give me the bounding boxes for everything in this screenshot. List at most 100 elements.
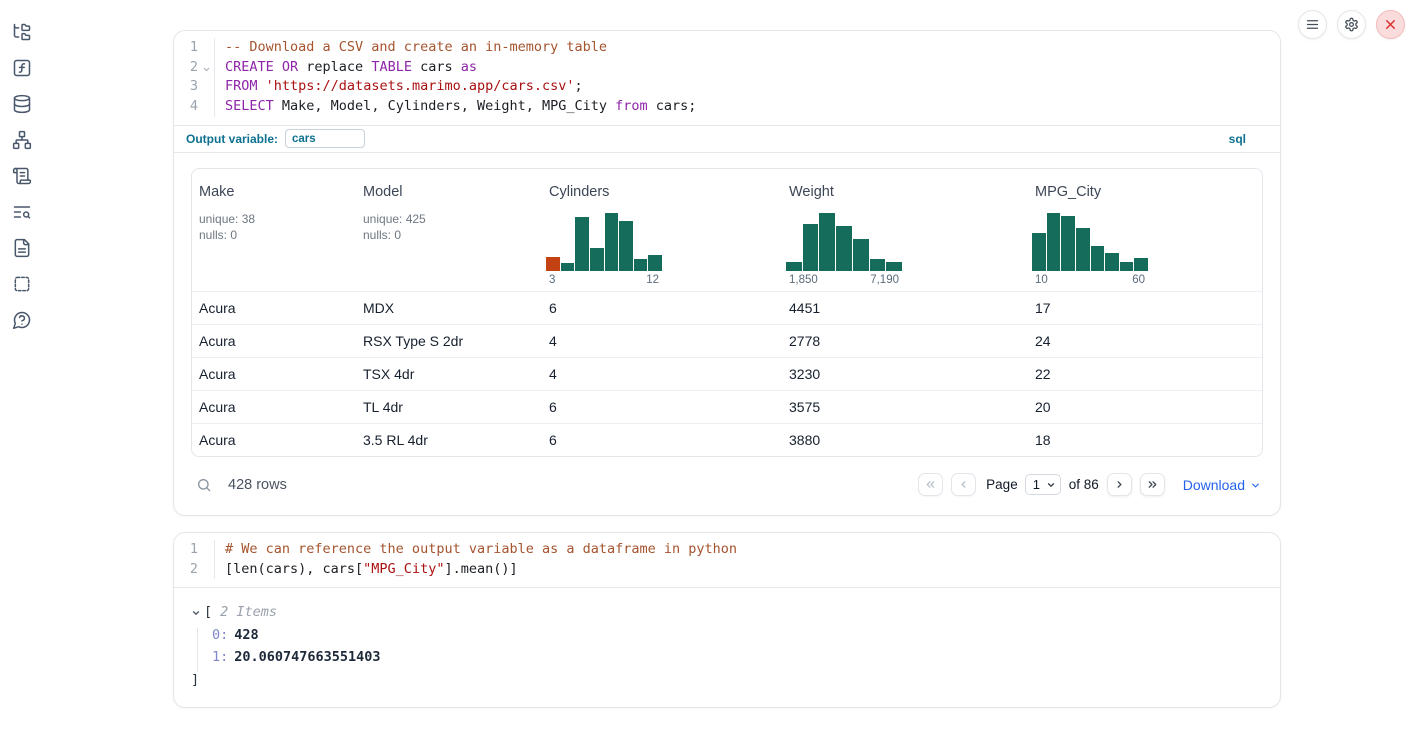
sql-code-editor[interactable]: 1 -- Download a CSV and create an in-mem… (174, 31, 1280, 125)
chevron-right-icon (1113, 478, 1126, 491)
table-footer: 428 rows Page 1 of 86 Download (191, 470, 1263, 500)
last-page-button[interactable] (1140, 473, 1165, 496)
cell-model: 3.5 RL 4dr (356, 432, 542, 448)
settings-button[interactable] (1337, 10, 1366, 39)
page-total-label: of 86 (1069, 477, 1099, 492)
snippets-icon[interactable] (10, 272, 34, 296)
table-header: Make unique: 38 nulls: 0 Model unique: 4… (192, 169, 1262, 291)
chevron-down-icon (1046, 480, 1056, 490)
table-row[interactable]: Acura RSX Type S 2dr 4 2778 24 (192, 324, 1262, 357)
tracing-icon[interactable] (10, 200, 34, 224)
cell-cylinders: 4 (542, 366, 782, 382)
code-token: as (461, 59, 477, 75)
documentation-icon[interactable] (10, 236, 34, 260)
code-token: ].mean()] (444, 561, 517, 577)
language-badge[interactable]: sql (1229, 132, 1246, 146)
download-button[interactable]: Download (1183, 477, 1261, 493)
chevrons-right-icon (1146, 478, 1159, 491)
page-select[interactable]: 1 (1025, 474, 1061, 495)
code-line: 1 -- Download a CSV and create an in-mem… (174, 38, 1280, 58)
code-token: FROM (225, 78, 258, 94)
histogram-bar (836, 226, 852, 271)
histogram-bar (1047, 213, 1061, 271)
hist-x-min: 10 (1035, 274, 1048, 286)
cell-cylinders: 6 (542, 300, 782, 316)
code-token: cars; (648, 98, 697, 114)
cell-cylinders: 4 (542, 333, 782, 349)
tree-value: 20.060747663551403 (234, 649, 380, 665)
close-button[interactable] (1376, 10, 1405, 39)
open-bracket: [ (204, 601, 212, 624)
hist-x-max: 7,190 (870, 274, 899, 286)
python-code-editor[interactable]: 1 # We can reference the output variable… (174, 533, 1280, 587)
cell-make: Acura (192, 432, 356, 448)
code-token: ; (575, 78, 583, 94)
left-panel-sidebar (0, 0, 44, 729)
cell-mpg-city: 20 (1028, 399, 1262, 415)
menu-icon (1305, 17, 1320, 32)
cell-cylinders: 6 (542, 432, 782, 448)
histogram-bar (870, 259, 886, 271)
first-page-button[interactable] (918, 473, 943, 496)
mpg-city-histogram: 10 60 (1032, 213, 1148, 286)
next-page-button[interactable] (1107, 473, 1132, 496)
python-cell: 1 # We can reference the output variable… (173, 532, 1281, 708)
weight-histogram: 1,850 7,190 (786, 213, 902, 286)
hist-x-min: 1,850 (789, 274, 818, 286)
table-row[interactable]: Acura TSX 4dr 4 3230 22 (192, 357, 1262, 390)
code-token: # We can reference the output variable a… (225, 541, 737, 557)
menu-button[interactable] (1298, 10, 1327, 39)
column-header-model[interactable]: Model unique: 425 nulls: 0 (356, 169, 542, 291)
cell-weight: 3575 (782, 399, 1028, 415)
file-explorer-icon[interactable] (10, 20, 34, 44)
variables-icon[interactable] (10, 56, 34, 80)
column-header-weight[interactable]: Weight 1,850 7,190 (782, 169, 1028, 291)
search-button[interactable] (193, 474, 215, 496)
table-row[interactable]: Acura MDX 6 4451 17 (192, 291, 1262, 324)
cell-model: TL 4dr (356, 399, 542, 415)
help-chat-icon[interactable] (10, 308, 34, 332)
line-number: 2 (174, 560, 198, 580)
data-sources-icon[interactable] (10, 92, 34, 116)
output-variable-input[interactable] (285, 129, 365, 148)
column-header-cylinders[interactable]: Cylinders 3 12 (542, 169, 782, 291)
dependencies-icon[interactable] (10, 128, 34, 152)
line-number: 1 (174, 38, 198, 58)
logs-icon[interactable] (10, 164, 34, 188)
cell-mpg-city: 24 (1028, 333, 1262, 349)
close-bracket: ] (191, 669, 1264, 692)
column-header-make[interactable]: Make unique: 38 nulls: 0 (192, 169, 356, 291)
line-number: 1 (174, 540, 198, 560)
fold-chevron-icon[interactable] (198, 58, 214, 78)
table-row[interactable]: Acura TL 4dr 6 3575 20 (192, 390, 1262, 423)
column-header-mpg-city[interactable]: MPG_City 10 60 (1028, 169, 1262, 291)
search-icon (196, 477, 212, 493)
chevron-down-icon (1250, 480, 1261, 491)
code-token: [len(cars), cars[ (225, 561, 363, 577)
table-row[interactable]: Acura 3.5 RL 4dr 6 3880 18 (192, 423, 1262, 456)
cell-make: Acura (192, 399, 356, 415)
output-variable-label: Output variable: (186, 132, 278, 146)
histogram-bar (786, 262, 802, 271)
tree-value: 428 (234, 627, 258, 643)
code-line: 4 SELECT Make, Model, Cylinders, Weight,… (174, 97, 1280, 117)
histogram-bar (853, 239, 869, 271)
code-token: -- Download a CSV and create an in-memor… (225, 39, 607, 55)
histogram-bar (546, 257, 560, 271)
cylinders-histogram: 3 12 (546, 213, 662, 286)
code-line: 2 [len(cars), cars["MPG_City"].mean()] (174, 560, 1280, 580)
histogram-bar (1091, 246, 1105, 270)
cell-make: Acura (192, 333, 356, 349)
histogram-bar (575, 217, 589, 270)
previous-page-button[interactable] (951, 473, 976, 496)
collapse-chevron-icon[interactable] (191, 608, 204, 618)
line-number: 2 (174, 58, 198, 78)
cell-make: Acura (192, 366, 356, 382)
code-token: replace (298, 59, 371, 75)
tree-entry: 1:20.060747663551403 (191, 646, 1264, 669)
histogram-bar (1032, 233, 1046, 271)
notebook-actions (1298, 10, 1405, 39)
histogram-bar (634, 259, 648, 271)
histogram-bar (619, 221, 633, 271)
histogram-bar (561, 263, 575, 271)
